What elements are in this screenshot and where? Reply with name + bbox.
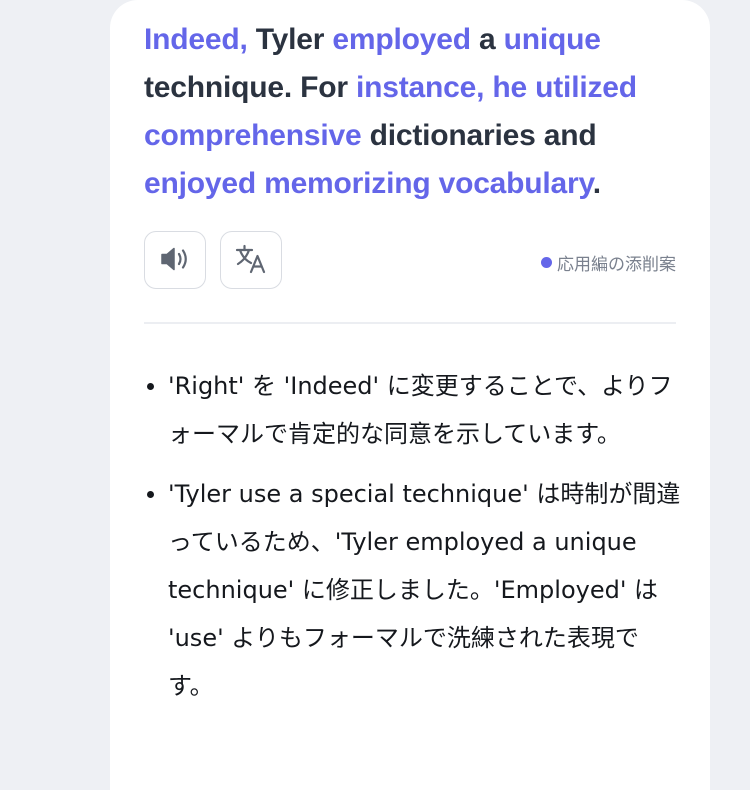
status-dot-icon — [541, 257, 552, 268]
sentence-text: technique. For — [144, 71, 357, 104]
revision-tag: 応用編の添削案 — [541, 250, 676, 275]
explanation-text: 'Right' を 'Indeed' に変更することで、よりフォーマルで肯定的な… — [168, 372, 673, 448]
explanation-list: 'Right' を 'Indeed' に変更することで、よりフォーマルで肯定的な… — [144, 362, 684, 722]
sentence-text: . — [592, 167, 601, 200]
highlighted-phrase: Indeed, — [144, 23, 248, 56]
list-item: 'Right' を 'Indeed' に変更することで、よりフォーマルで肯定的な… — [144, 362, 684, 458]
sentence-text: Tyler — [255, 23, 325, 56]
highlighted-phrase: employed — [332, 23, 471, 56]
highlighted-phrase: unique — [503, 23, 601, 56]
correction-card: Indeed, Tyler employed a unique techniqu… — [110, 0, 710, 790]
list-item: 'Tyler use a special technique' は時制が間違って… — [144, 470, 684, 710]
translate-button[interactable] — [220, 231, 282, 289]
sentence-text: dictionaries and — [361, 119, 597, 152]
play-audio-button[interactable] — [144, 231, 206, 289]
highlighted-phrase: enjoyed memorizing vocabulary — [144, 167, 593, 200]
speaker-icon — [158, 244, 192, 277]
translate-icon — [234, 243, 268, 278]
bullet-icon — [147, 491, 154, 498]
revision-tag-label: 応用編の添削案 — [557, 255, 676, 275]
corrected-sentence: Indeed, Tyler employed a unique techniqu… — [144, 16, 684, 208]
sentence-text: a — [470, 23, 504, 56]
sentence-text — [248, 23, 256, 56]
explanation-text: 'Tyler use a special technique' は時制が間違って… — [168, 480, 681, 700]
divider — [144, 322, 676, 324]
bullet-icon — [147, 383, 154, 390]
